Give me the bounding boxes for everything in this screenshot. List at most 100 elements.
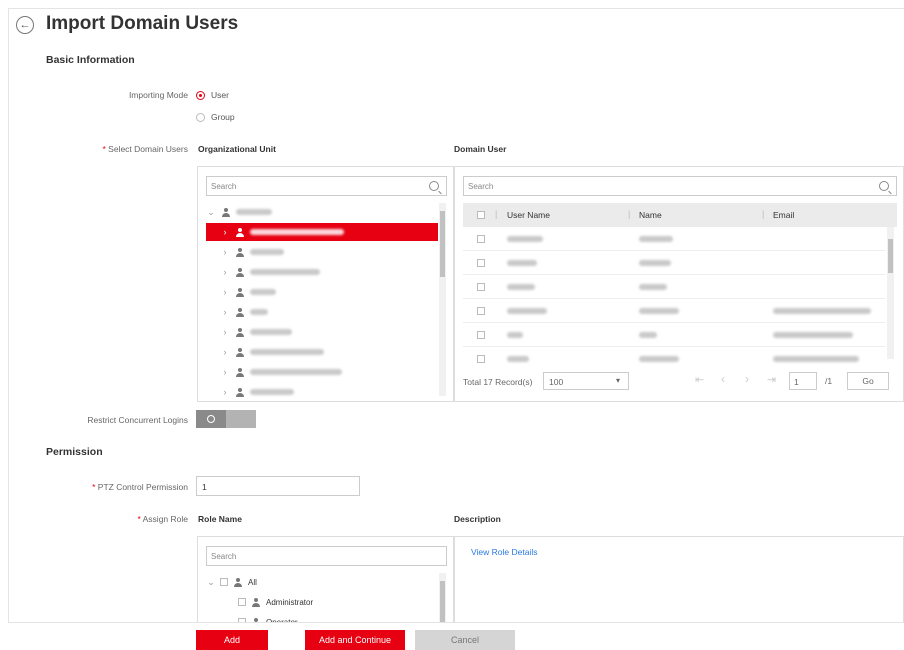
scroll-thumb[interactable] xyxy=(440,211,445,277)
role-tree-admin[interactable]: Administrator xyxy=(234,593,313,611)
last-page-icon[interactable]: ⇥ xyxy=(767,373,776,386)
org-icon xyxy=(222,207,232,217)
cell-username xyxy=(507,356,529,362)
chevron-down-icon[interactable]: ⌄ xyxy=(206,577,216,588)
go-button[interactable]: Go xyxy=(847,372,889,390)
column-header-username[interactable]: User Name xyxy=(507,210,550,220)
next-page-icon[interactable]: › xyxy=(745,372,749,386)
column-header-email[interactable]: Email xyxy=(773,210,794,220)
org-search-input[interactable]: Search xyxy=(206,176,447,196)
caret-down-icon: ▾ xyxy=(616,376,621,385)
add-button[interactable]: Add xyxy=(196,630,268,650)
cell-name xyxy=(639,356,679,362)
select-all-checkbox[interactable] xyxy=(477,211,485,219)
cell-email xyxy=(773,332,853,338)
role-description-panel: View Role Details xyxy=(454,536,904,626)
tree-item[interactable]: › xyxy=(206,383,294,397)
assign-role-label: * Assign Role xyxy=(137,514,188,524)
tree-item-selected[interactable]: › xyxy=(206,223,438,241)
cell-name xyxy=(639,260,671,266)
prev-page-icon[interactable]: ‹ xyxy=(721,372,725,386)
domain-user-panel: Search | User Name | Name | Email Total … xyxy=(454,166,904,402)
row-checkbox[interactable] xyxy=(477,259,485,267)
role-name-heading: Role Name xyxy=(198,514,242,524)
ptz-value: 1 xyxy=(202,482,207,492)
column-header-name[interactable]: Name xyxy=(639,210,662,220)
user-search-input[interactable]: Search xyxy=(463,176,897,196)
ptz-input[interactable]: 1 xyxy=(196,476,360,496)
role-label-all: All xyxy=(248,577,257,587)
table-row[interactable] xyxy=(463,251,885,275)
scroll-thumb[interactable] xyxy=(440,581,445,625)
user-scrollbar[interactable] xyxy=(887,227,894,359)
row-checkbox[interactable] xyxy=(477,331,485,339)
radio-user-indicator[interactable] xyxy=(196,90,205,100)
first-page-icon[interactable]: ⇤ xyxy=(695,373,704,386)
cell-username xyxy=(507,236,543,242)
org-icon xyxy=(236,247,246,257)
chevron-right-icon[interactable]: › xyxy=(220,227,230,237)
cell-name xyxy=(639,236,673,242)
view-role-details-link[interactable]: View Role Details xyxy=(471,547,537,557)
role-tree-all[interactable]: ⌄ All xyxy=(206,573,257,591)
role-scrollbar[interactable] xyxy=(439,573,446,625)
table-row[interactable] xyxy=(463,227,885,251)
radio-group-label: Group xyxy=(211,112,235,122)
search-icon[interactable] xyxy=(429,179,443,193)
table-row[interactable] xyxy=(463,323,885,347)
importing-mode-label: Importing Mode xyxy=(128,90,188,100)
cell-email xyxy=(773,308,871,314)
tree-item[interactable]: › xyxy=(206,283,276,301)
org-unit-panel: Search ⌄ › › › › › › › › › xyxy=(197,166,454,402)
scroll-thumb[interactable] xyxy=(888,239,893,273)
add-and-continue-button[interactable]: Add and Continue xyxy=(305,630,405,650)
cell-name xyxy=(639,308,679,314)
permission-heading: Permission xyxy=(46,446,103,458)
toggle-knob[interactable] xyxy=(196,410,226,428)
tree-item[interactable]: › xyxy=(206,263,320,281)
restrict-logins-label: Restrict Concurrent Logins xyxy=(87,415,188,425)
org-tree: ⌄ › › › › › › › › › xyxy=(206,203,438,397)
back-arrow-icon[interactable]: ← xyxy=(16,16,34,34)
tree-item[interactable]: › xyxy=(206,363,342,381)
page-size-value: 100 xyxy=(549,377,564,387)
page-number-input[interactable]: 1 xyxy=(789,372,817,390)
tree-item[interactable]: › xyxy=(206,303,268,321)
role-checkbox-all[interactable] xyxy=(220,578,228,586)
cell-name xyxy=(639,332,657,338)
org-icon xyxy=(236,227,246,237)
org-scrollbar[interactable] xyxy=(439,203,446,396)
cell-username xyxy=(507,308,547,314)
row-checkbox[interactable] xyxy=(477,307,485,315)
role-search-input[interactable]: Search xyxy=(206,546,447,566)
group-icon xyxy=(252,597,262,607)
chevron-down-icon[interactable]: ⌄ xyxy=(206,207,216,218)
row-checkbox[interactable] xyxy=(477,283,485,291)
tree-item[interactable]: › xyxy=(206,243,284,261)
row-checkbox[interactable] xyxy=(477,235,485,243)
role-panel: Search ⌄ All Administrator Operator xyxy=(197,536,454,626)
radio-group[interactable]: Group xyxy=(196,112,235,122)
column-divider: | xyxy=(762,209,765,219)
cell-username xyxy=(507,332,523,338)
search-icon[interactable] xyxy=(879,179,893,193)
table-row[interactable] xyxy=(463,299,885,323)
cancel-button[interactable]: Cancel xyxy=(415,630,515,650)
radio-user[interactable]: User xyxy=(196,90,229,100)
column-divider: | xyxy=(495,209,498,219)
page-size-select[interactable]: 100 ▾ xyxy=(543,372,629,390)
table-row[interactable] xyxy=(463,275,885,299)
total-records: Total 17 Record(s) xyxy=(463,377,533,387)
cell-username xyxy=(507,284,535,290)
table-row[interactable] xyxy=(463,347,885,365)
ptz-label: * PTZ Control Permission xyxy=(92,482,188,492)
radio-group-indicator[interactable] xyxy=(196,112,205,122)
tree-item[interactable]: › xyxy=(206,323,292,341)
restrict-logins-toggle[interactable] xyxy=(196,410,256,428)
role-checkbox-admin[interactable] xyxy=(238,598,246,606)
tree-root[interactable]: ⌄ xyxy=(206,203,438,221)
row-checkbox[interactable] xyxy=(477,355,485,363)
org-icon xyxy=(236,387,246,397)
tree-item[interactable]: › xyxy=(206,343,324,361)
org-unit-heading: Organizational Unit xyxy=(198,144,276,154)
